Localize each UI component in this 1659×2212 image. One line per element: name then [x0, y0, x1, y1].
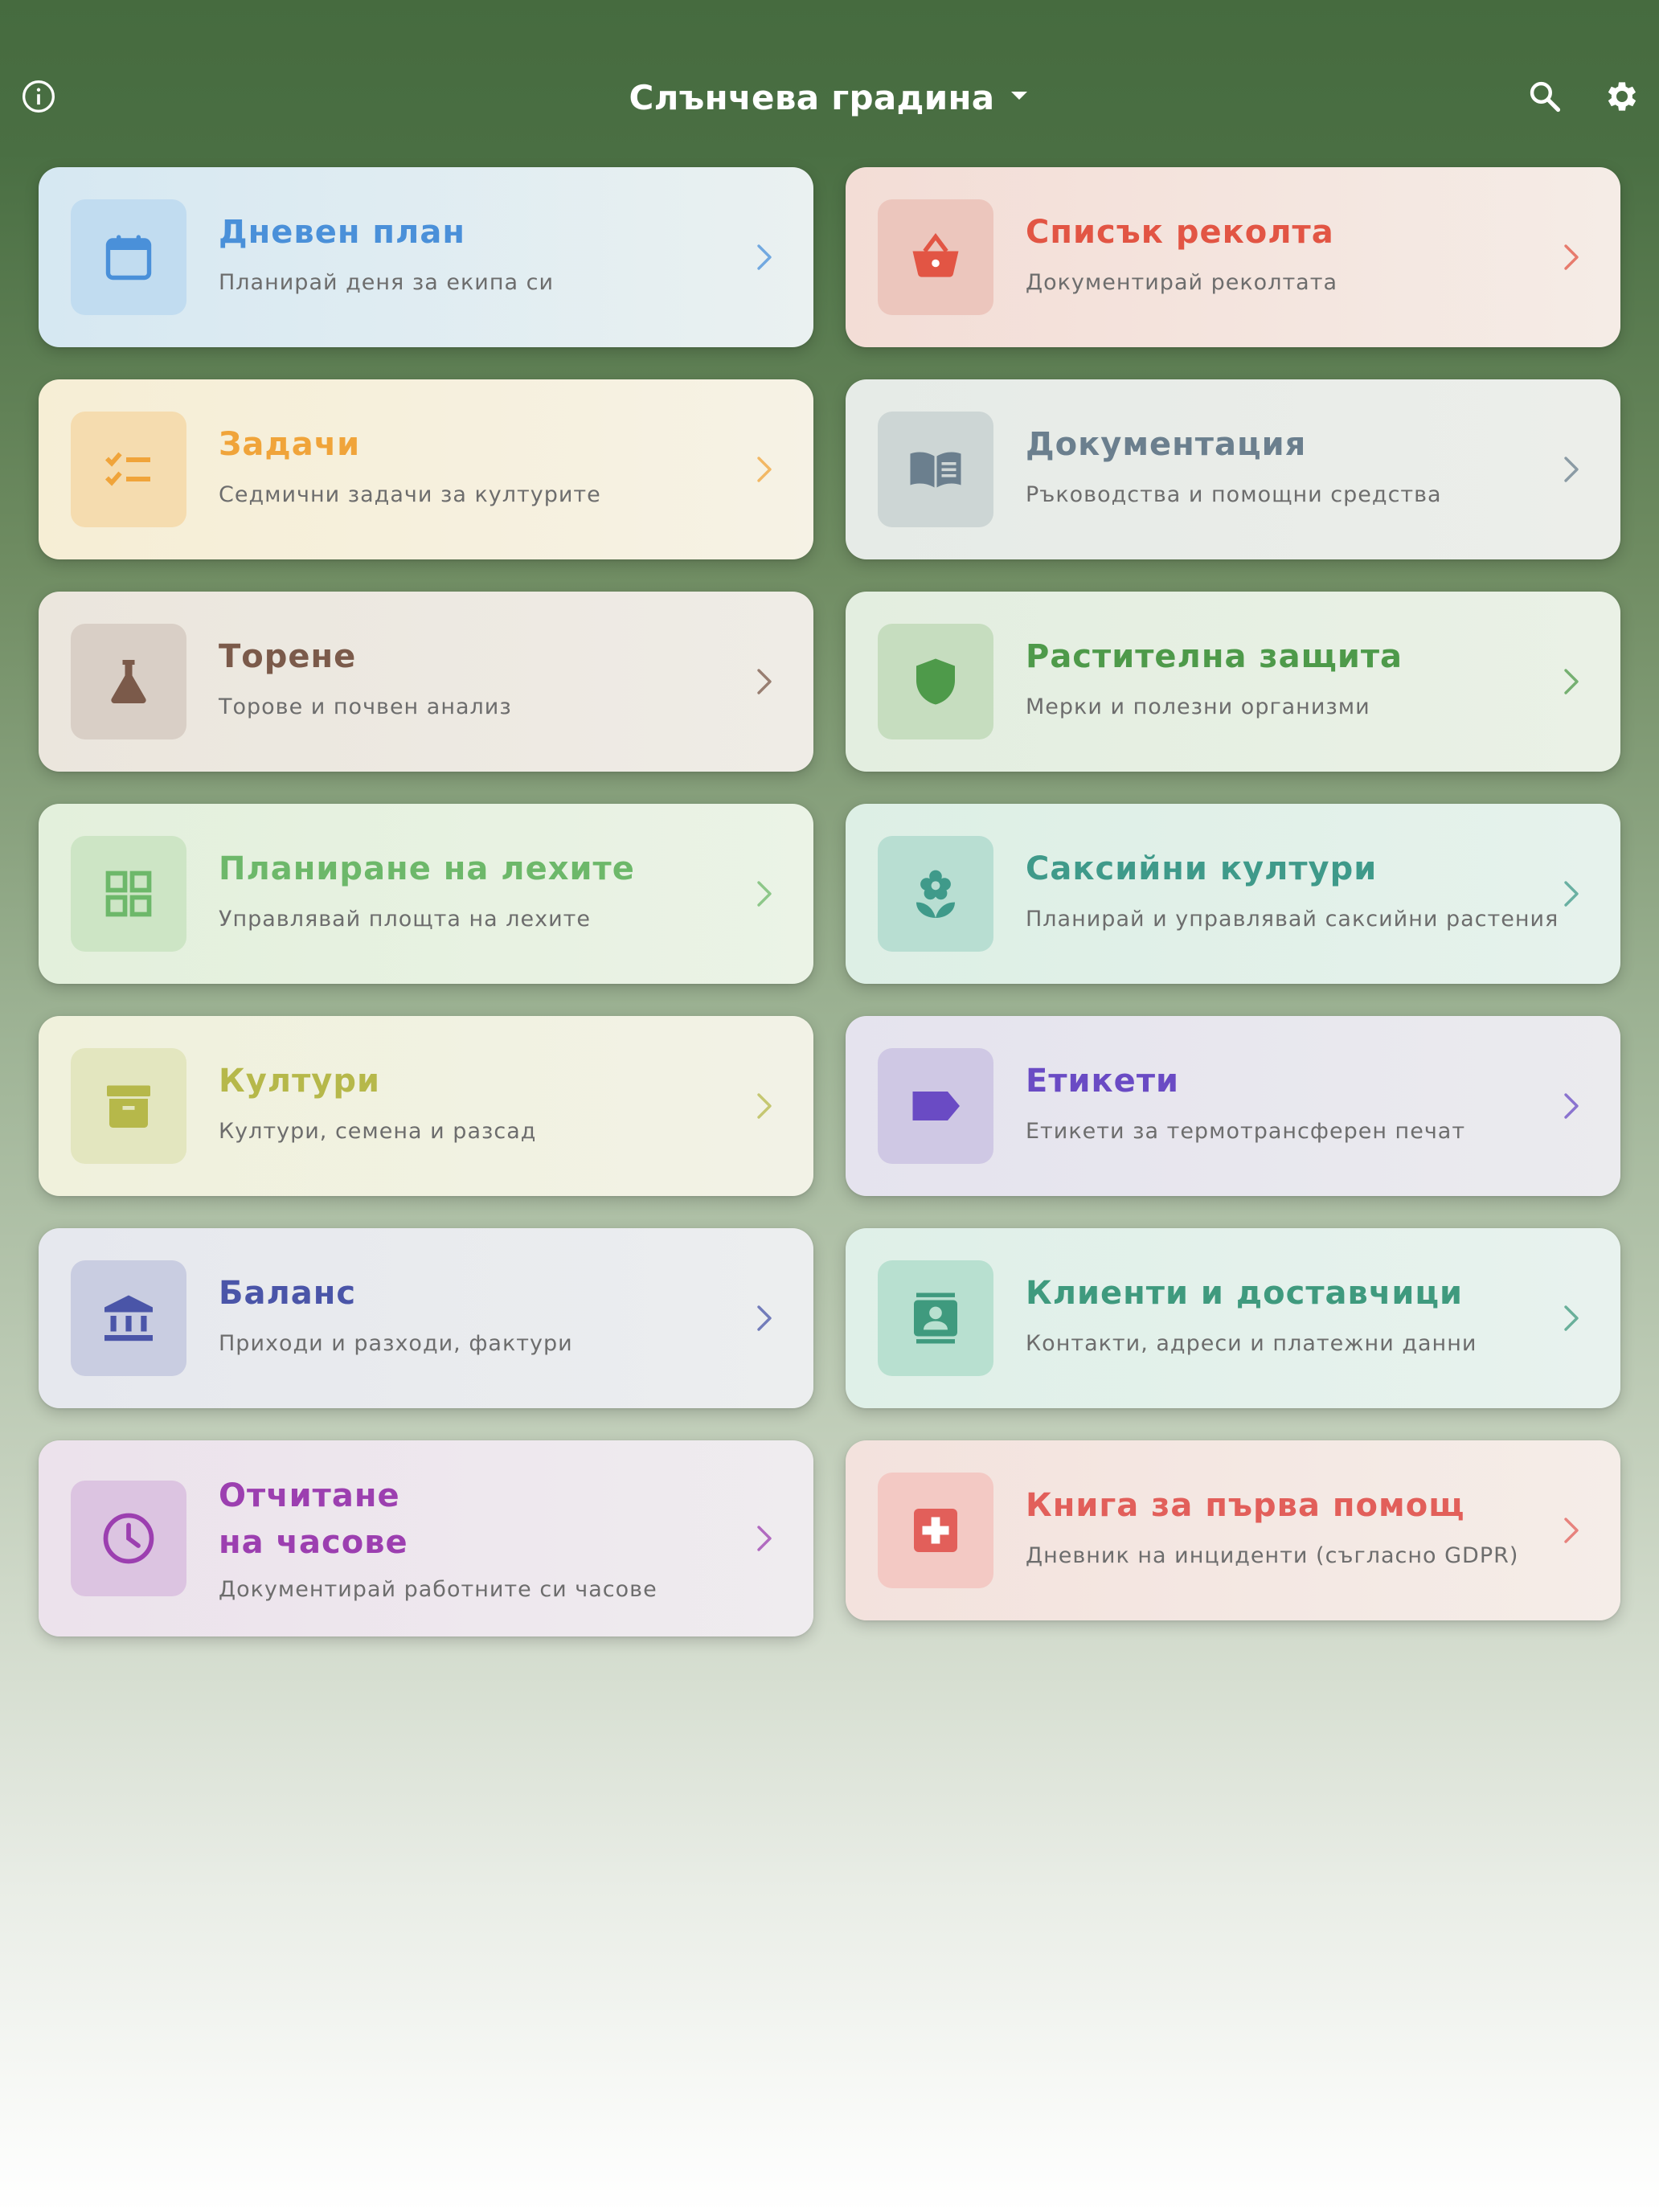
shield-icon-glyph — [916, 658, 955, 705]
card-title: Култури — [219, 1063, 380, 1100]
card-title: Етикети — [1026, 1063, 1180, 1100]
card-title: Баланс — [219, 1275, 357, 1312]
top-bar: Слънчева градина — [0, 0, 1659, 161]
card-subtitle: Контакти, адреси и платежни данни — [1026, 1331, 1477, 1356]
contacts-icon-glyph — [914, 1292, 957, 1344]
card-daily-plan[interactable]: Дневен план Планирай деня за екипа си — [39, 167, 813, 347]
card-title: Саксийни култури — [1026, 850, 1378, 887]
chevron-right-icon — [1559, 1513, 1583, 1548]
card-subtitle: Мерки и полезни организми — [1026, 694, 1370, 719]
page-title: Слънчева градина — [629, 77, 995, 117]
card-title: Документация — [1026, 426, 1307, 463]
book-icon-glyph — [910, 452, 961, 488]
chevron-right-icon — [1559, 876, 1583, 911]
card-subtitle: Етикети за термотрансферен печат — [1026, 1119, 1466, 1144]
card-potted-crops[interactable]: Саксийни култури Планирай и управлявай са… — [846, 804, 1620, 984]
caret-down-icon — [1009, 89, 1030, 105]
card-time-tracking[interactable]: Отчитане на часове Документирай работните… — [39, 1440, 813, 1636]
chevron-right-icon — [1559, 452, 1583, 487]
checklist-icon-glyph — [104, 452, 150, 486]
gear-icon[interactable] — [1600, 74, 1645, 119]
card-subtitle: Ръководства и помощни средства — [1026, 482, 1442, 507]
card-title: Книга за първа помощ — [1026, 1487, 1465, 1524]
shield-icon — [878, 624, 993, 739]
card-crops[interactable]: Култури Култури, семена и разсад — [39, 1016, 813, 1196]
calendar-icon — [71, 199, 186, 315]
medkit-icon-glyph — [914, 1509, 957, 1552]
archive-icon-glyph — [107, 1085, 150, 1128]
card-plant-protection[interactable]: Растителна защита Мерки и полезни организ… — [846, 592, 1620, 772]
chevron-right-icon — [752, 1301, 776, 1336]
bank-icon-glyph — [104, 1295, 153, 1342]
card-fertilizing[interactable]: Торене Торове и почвен анализ — [39, 592, 813, 772]
basket-icon-glyph — [912, 233, 959, 277]
card-subtitle: Планирай и управлявай саксийни растения — [1026, 907, 1559, 932]
card-title: Планиране на лехите — [219, 850, 635, 887]
label-icon — [878, 1048, 993, 1164]
grid-icon — [71, 836, 186, 952]
card-title: Торене — [219, 638, 357, 675]
card-subtitle: Документирай реколтата — [1026, 270, 1338, 295]
card-title: Растителна защита — [1026, 638, 1403, 675]
card-subtitle: Торове и почвен анализ — [219, 694, 512, 719]
card-bed-planning[interactable]: Планиране на лехите Управлявай площта на … — [39, 804, 813, 984]
clock-icon-glyph — [103, 1513, 154, 1564]
card-subtitle: Планирай деня за екипа си — [219, 270, 555, 295]
grid-icon-glyph — [105, 870, 152, 917]
chevron-right-icon — [752, 1088, 776, 1124]
chevron-right-icon — [752, 876, 776, 911]
card-subtitle: Култури, семена и разсад — [219, 1119, 537, 1144]
card-subtitle: Документирай работните си часове — [219, 1577, 657, 1602]
chevron-right-icon — [752, 452, 776, 487]
checklist-icon — [71, 412, 186, 527]
medkit-icon — [878, 1473, 993, 1588]
card-clients[interactable]: Клиенти и доставчици Контакти, адреси и п… — [846, 1228, 1620, 1408]
card-subtitle: Седмични задачи за културите — [219, 482, 601, 507]
card-title: Списък реколта — [1026, 214, 1334, 251]
flask-icon-glyph — [111, 660, 146, 703]
card-subtitle: Дневник на инциденти (съгласно GDPR) — [1026, 1543, 1519, 1568]
search-icon[interactable] — [1524, 76, 1566, 117]
flask-icon — [71, 624, 186, 739]
basket-icon — [878, 199, 993, 315]
chevron-right-icon — [1559, 664, 1583, 699]
chevron-right-icon — [752, 240, 776, 275]
chevron-right-icon — [752, 1521, 776, 1556]
book-icon — [878, 412, 993, 527]
card-title: Дневен план — [219, 214, 465, 251]
flower-icon-glyph — [916, 870, 955, 918]
card-title: Задачи — [219, 426, 361, 463]
card-labels[interactable]: Етикети Етикети за термотрансферен печат — [846, 1016, 1620, 1196]
card-first-aid[interactable]: Книга за първа помощ Дневник на инциденти… — [846, 1440, 1620, 1620]
card-tasks[interactable]: Задачи Седмични задачи за културите — [39, 379, 813, 559]
card-title: Клиенти и доставчици — [1026, 1275, 1464, 1312]
card-title: Отчитане на часове — [219, 1477, 408, 1561]
card-subtitle: Приходи и разходи, фактури — [219, 1331, 573, 1356]
card-harvest-list[interactable]: Списък реколта Документирай реколтата — [846, 167, 1620, 347]
clock-icon — [71, 1481, 186, 1596]
bank-icon — [71, 1260, 186, 1376]
garden-selector[interactable]: Слънчева градина — [0, 69, 1659, 125]
calendar-icon-glyph — [105, 235, 152, 281]
chevron-right-icon — [752, 664, 776, 699]
chevron-right-icon — [1559, 1301, 1583, 1336]
flower-icon — [878, 836, 993, 952]
archive-icon — [71, 1048, 186, 1164]
contacts-icon — [878, 1260, 993, 1376]
chevron-right-icon — [1559, 1088, 1583, 1124]
card-balance[interactable]: Баланс Приходи и разходи, фактури — [39, 1228, 813, 1408]
chevron-right-icon — [1559, 240, 1583, 275]
label-icon-glyph — [912, 1092, 960, 1120]
card-documentation[interactable]: Документация Ръководства и помощни средст… — [846, 379, 1620, 559]
card-subtitle: Управлявай площта на лехите — [219, 907, 592, 932]
